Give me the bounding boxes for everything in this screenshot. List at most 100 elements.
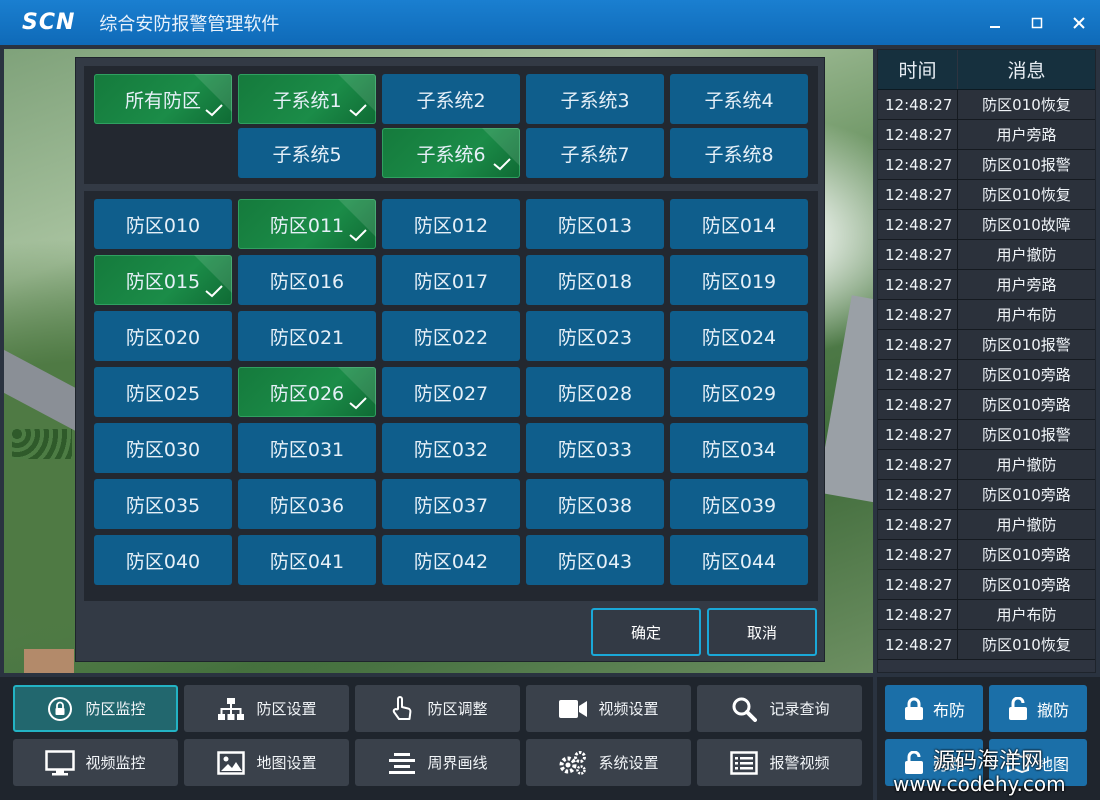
zone-button[interactable]: 防区032	[382, 423, 520, 473]
table-row[interactable]: 12:48:27 防区010报警	[878, 330, 1095, 360]
table-row[interactable]: 12:48:27 用户旁路	[878, 120, 1095, 150]
zone-label: 防区041	[269, 550, 345, 573]
zone-button[interactable]: 防区036	[238, 479, 376, 529]
nav-button[interactable]: 防区监控	[13, 685, 178, 732]
action-button[interactable]: 布防	[885, 685, 983, 732]
nav-button[interactable]: 周界画线	[355, 739, 520, 786]
zone-button[interactable]: 防区035	[94, 479, 232, 529]
zone-button[interactable]: 防区018	[526, 255, 664, 305]
zone-button[interactable]: 防区042	[382, 535, 520, 585]
zone-button[interactable]: 防区029	[670, 367, 808, 417]
zone-button[interactable]: 防区019	[670, 255, 808, 305]
table-row[interactable]: 12:48:27 用户撤防	[878, 450, 1095, 480]
subsystem-button[interactable]: 所有防区	[94, 74, 232, 124]
nav-label: 防区设置	[256, 700, 317, 718]
zone-button[interactable]: 防区038	[526, 479, 664, 529]
zone-button[interactable]: 防区027	[382, 367, 520, 417]
confirm-button[interactable]: 确定	[591, 608, 701, 656]
table-row[interactable]: 12:48:27 防区010报警	[878, 150, 1095, 180]
zone-button[interactable]: 防区012	[382, 199, 520, 249]
subsystem-button[interactable]: 子系统5	[238, 128, 376, 178]
zone-button[interactable]: 防区022	[382, 311, 520, 361]
zone-label: 防区042	[413, 550, 489, 573]
zone-button[interactable]: 防区034	[670, 423, 808, 473]
table-row[interactable]: 12:48:27 用户布防	[878, 600, 1095, 630]
subsystem-button[interactable]: 子系统7	[526, 128, 664, 178]
subsystem-button[interactable]: 子系统1	[238, 74, 376, 124]
table-row[interactable]: 12:48:27 防区010报警	[878, 420, 1095, 450]
zone-button[interactable]: 防区014	[670, 199, 808, 249]
log-time: 12:48:27	[878, 480, 958, 509]
maximize-button[interactable]	[1016, 0, 1058, 45]
zone-button[interactable]: 防区016	[238, 255, 376, 305]
nav-button[interactable]: 视频设置	[526, 685, 691, 732]
action-button[interactable]: 地图	[989, 739, 1087, 786]
cancel-button[interactable]: 取消	[707, 608, 817, 656]
subsystem-button[interactable]: 子系统3	[526, 74, 664, 124]
column-header-time[interactable]: 时间	[878, 50, 958, 89]
zone-button[interactable]: 防区021	[238, 311, 376, 361]
zone-button[interactable]: 防区031	[238, 423, 376, 473]
action-label: 旁路	[932, 754, 965, 774]
column-header-message[interactable]: 消息	[958, 50, 1095, 89]
app-logo: SCN	[22, 10, 76, 35]
subsystem-button[interactable]: 子系统8	[670, 128, 808, 178]
zone-button[interactable]: 防区010	[94, 199, 232, 249]
close-button[interactable]	[1058, 0, 1100, 45]
table-row[interactable]: 12:48:27 防区010旁路	[878, 570, 1095, 600]
table-row[interactable]: 12:48:27 防区010旁路	[878, 540, 1095, 570]
action-button[interactable]: 撤防	[989, 685, 1087, 732]
table-row[interactable]: 12:48:27 防区010故障	[878, 210, 1095, 240]
zone-button[interactable]: 防区040	[94, 535, 232, 585]
table-row[interactable]: 12:48:27 防区010恢复	[878, 180, 1095, 210]
table-row[interactable]: 12:48:27 用户撤防	[878, 510, 1095, 540]
zone-select-dialog: 所有防区 子系统1 子系统2 子系统3 子系统4 子系统5 子系统6 子系统7 子系统8 防区0…	[75, 57, 825, 662]
zone-button[interactable]: 防区013	[526, 199, 664, 249]
zone-button[interactable]: 防区026	[238, 367, 376, 417]
log-message: 防区010恢复	[982, 96, 1071, 114]
zone-button[interactable]: 防区028	[526, 367, 664, 417]
zone-button[interactable]: 防区041	[238, 535, 376, 585]
action-label: 地图	[1036, 754, 1069, 774]
log-message: 用户撤防	[996, 516, 1057, 534]
action-button[interactable]: 旁路	[885, 739, 983, 786]
zone-button[interactable]: 防区030	[94, 423, 232, 473]
table-row[interactable]: 12:48:27 防区010旁路	[878, 480, 1095, 510]
zone-button[interactable]: 防区043	[526, 535, 664, 585]
zone-button[interactable]: 防区033	[526, 423, 664, 473]
table-row[interactable]: 12:48:27 用户撤防	[878, 240, 1095, 270]
nav-button[interactable]: 报警视频	[697, 739, 862, 786]
zone-button[interactable]: 防区015	[94, 255, 232, 305]
nav-button[interactable]: 防区设置	[184, 685, 349, 732]
subsystem-label: 子系统4	[704, 89, 774, 112]
nav-label: 周界画线	[427, 754, 488, 772]
subsystem-button[interactable]: 子系统6	[382, 128, 520, 178]
zone-button[interactable]: 防区017	[382, 255, 520, 305]
minimize-button[interactable]	[974, 0, 1016, 45]
table-row[interactable]: 12:48:27 防区010旁路	[878, 390, 1095, 420]
zone-button[interactable]: 防区020	[94, 311, 232, 361]
zone-button[interactable]: 防区037	[382, 479, 520, 529]
table-row[interactable]: 12:48:27 用户布防	[878, 300, 1095, 330]
nav-button[interactable]: 地图设置	[184, 739, 349, 786]
zone-button[interactable]: 防区044	[670, 535, 808, 585]
subsystem-button[interactable]: 子系统2	[382, 74, 520, 124]
nav-button[interactable]: 记录查询	[697, 685, 862, 732]
nav-button[interactable]: 系统设置	[526, 739, 691, 786]
nav-button[interactable]: 防区调整	[355, 685, 520, 732]
zone-button[interactable]: 防区025	[94, 367, 232, 417]
log-message: 防区010旁路	[982, 576, 1071, 594]
table-row[interactable]: 12:48:27 防区010恢复	[878, 90, 1095, 120]
zone-button[interactable]: 防区039	[670, 479, 808, 529]
zone-label: 防区024	[701, 326, 777, 349]
zone-button[interactable]: 防区024	[670, 311, 808, 361]
table-row[interactable]: 12:48:27 防区010旁路	[878, 360, 1095, 390]
table-row[interactable]: 12:48:27 防区010恢复	[878, 630, 1095, 660]
checkmark-icon	[348, 394, 368, 415]
table-row[interactable]: 12:48:27 用户旁路	[878, 270, 1095, 300]
nav-button[interactable]: 视频监控	[13, 739, 178, 786]
subsystem-button[interactable]: 子系统4	[670, 74, 808, 124]
zone-button[interactable]: 防区011	[238, 199, 376, 249]
zone-button[interactable]: 防区023	[526, 311, 664, 361]
zone-label: 防区030	[125, 438, 201, 461]
